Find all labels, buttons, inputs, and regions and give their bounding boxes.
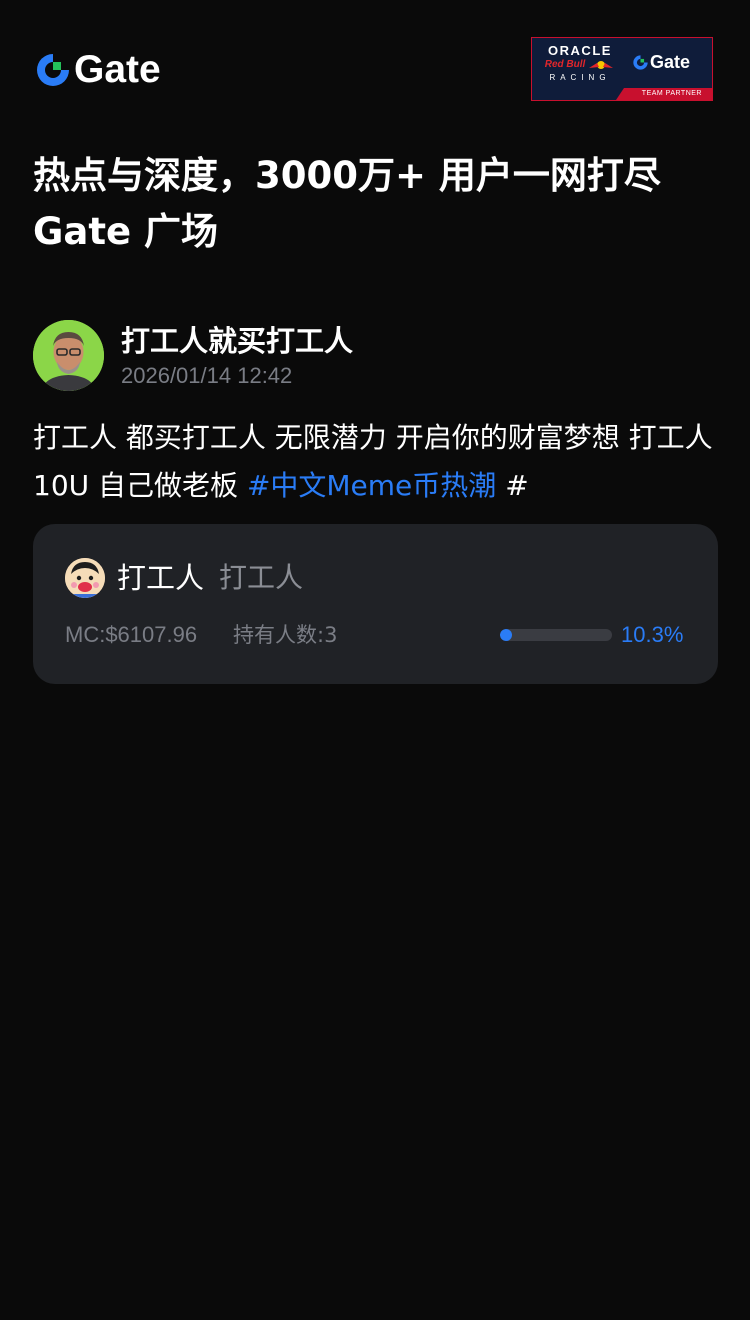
team-partner-badge: ORACLE Red Bull RACING Gate TEAM PARTNER [531,37,713,101]
gate-logo[interactable]: Gate [34,48,161,92]
oracle-redbull-logo: ORACLE Red Bull RACING [540,44,620,88]
page-headline: 热点与深度，3000万+ 用户一网打尽 Gate 广场 [33,148,723,260]
token-card[interactable]: 打工人 打工人 MC:$6107.96 持有人数:3 10.3% [33,524,718,684]
partner-gate-logo: Gate [632,52,690,72]
author-name[interactable]: 打工人就买打工人 [121,322,353,360]
racing-text: RACING [549,73,611,82]
gate-mark-icon [633,54,649,70]
bonding-progress-bar [500,629,612,641]
post-trailing-hash: # [496,469,529,502]
hashtag-link[interactable]: #中文Meme币热潮 [247,469,496,502]
post-timestamp: 2026/01/14 12:42 [121,363,293,388]
bonding-progress-label: 10.3% [621,622,684,647]
bonding-progress-fill [500,629,512,641]
post-body: 打工人 都买打工人 无限潜力 开启你的财富梦想 打工人10U 自己做老板 #中文… [33,414,723,510]
token-avatar [65,558,105,598]
page: Gate ORACLE Red Bull RACING Gate TEAM PA… [0,0,750,1320]
cartoon-face-icon [65,558,105,598]
headline-line-2: Gate 广场 [33,210,218,253]
oracle-text: ORACLE [548,43,612,58]
redbull-text: Red Bull [544,59,586,70]
redbull-bulls-icon [589,61,614,69]
partner-gate-text: Gate [650,52,691,72]
headline-line-1: 热点与深度，3000万+ 用户一网打尽 [33,154,661,197]
token-market-cap: MC:$6107.96 [65,622,198,647]
gate-logo-icon [37,54,70,86]
gate-logo-text: Gate [74,48,161,91]
token-name: 打工人 [117,561,205,595]
avatar-portrait-icon [33,320,104,391]
token-holders: 持有人数:3 [233,623,338,647]
token-symbol: 打工人 [219,561,304,594]
header: Gate ORACLE Red Bull RACING Gate TEAM PA… [34,37,714,104]
post-author[interactable]: 打工人就买打工人 2026/01/14 12:42 [33,320,713,392]
author-avatar[interactable] [33,320,104,391]
team-partner-label: TEAM PARTNER [641,90,702,97]
